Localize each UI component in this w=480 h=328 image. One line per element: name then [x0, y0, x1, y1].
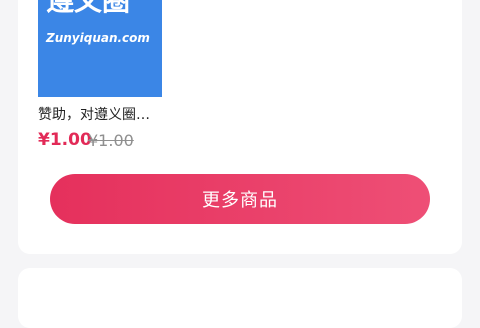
product-title[interactable]: 赞助，对遵义圈… — [38, 104, 150, 124]
logo-subtext: Zunyiquan.com — [45, 31, 150, 45]
more-products-button[interactable]: 更多商品 — [50, 174, 430, 224]
product-original-price: ¥1.00 — [88, 131, 134, 150]
product-card: 遵义圈 Zunyiquan.com 赞助，对遵义圈… ¥1.00 ¥1.00 更… — [18, 0, 462, 254]
zunyiquan-logo: 遵义圈 Zunyiquan.com — [45, 0, 150, 45]
product-image[interactable]: 遵义圈 Zunyiquan.com — [38, 0, 162, 97]
product-price: ¥1.00 — [38, 130, 92, 150]
next-card — [18, 268, 462, 328]
logo-text: 遵义圈 — [46, 0, 130, 17]
